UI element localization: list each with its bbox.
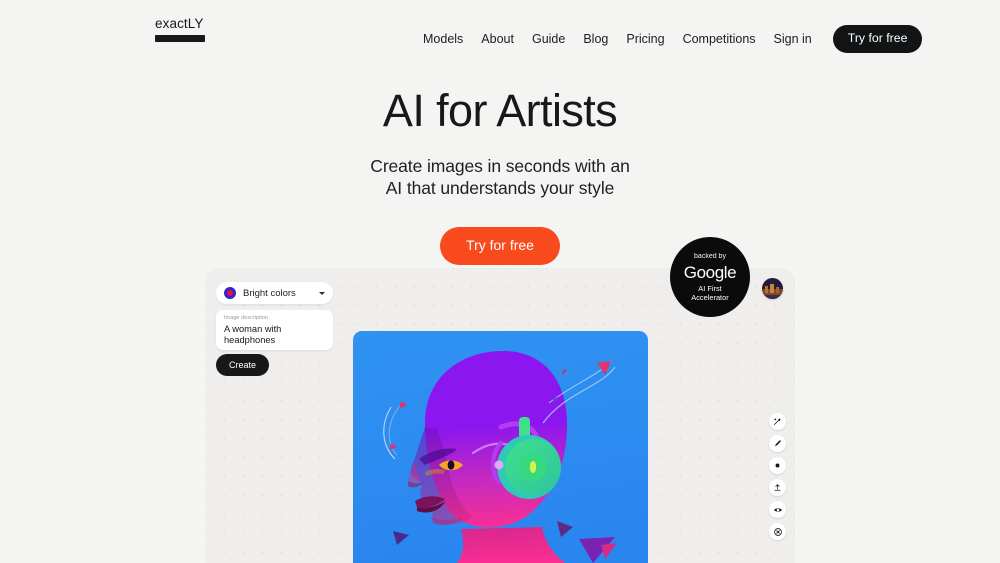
upload-icon[interactable] [769, 479, 786, 496]
hero-subtitle-line-1: Create images in seconds with an [370, 156, 630, 176]
brand-logo-bar [155, 35, 205, 42]
brand-logo[interactable]: exactLY [155, 17, 215, 42]
avatar-image [762, 278, 783, 299]
nav-item-sign-in[interactable]: Sign in [765, 31, 821, 47]
create-button[interactable]: Create [216, 354, 270, 376]
canvas-toolbar [769, 413, 786, 540]
nav-item-blog[interactable]: Blog [574, 31, 617, 47]
nav-links: Models About Guide Blog Pricing Competit… [423, 25, 923, 53]
hero-subtitle: Create images in seconds with an AI that… [0, 156, 1000, 199]
top-navigation: exactLY Models About Guide Blog Pricing … [0, 0, 1000, 66]
eye-icon[interactable] [769, 501, 786, 518]
nav-item-about[interactable]: About [472, 31, 523, 47]
image-description-value: A woman with headphones [224, 324, 282, 346]
image-description-field[interactable]: Image description A woman with headphone… [216, 310, 333, 350]
nav-try-for-free-button[interactable]: Try for free [832, 25, 923, 53]
hero-try-for-free-button[interactable]: Try for free [440, 227, 560, 265]
landing-page: exactLY Models About Guide Blog Pricing … [0, 0, 1000, 563]
dot-brush-icon[interactable] [769, 457, 786, 474]
hero-title: AI for Artists [382, 85, 618, 136]
badge-line-2: Accelerator [691, 293, 729, 302]
badge-google-text: Google [683, 262, 737, 282]
hero-section: AI for Artists Create images in seconds … [0, 84, 1000, 265]
style-selector-value: Bright colors [243, 287, 296, 299]
style-swatch-icon [224, 287, 236, 299]
hero-subtitle-line-2: AI that understands your style [385, 177, 615, 198]
brush-icon[interactable] [769, 435, 786, 452]
user-avatar[interactable] [762, 278, 783, 299]
artwork-illustration [353, 331, 648, 563]
brand-logo-text: exactLY [155, 16, 204, 31]
badge-top-text: backed by [694, 252, 726, 260]
nav-item-models[interactable]: Models [423, 31, 472, 47]
backed-by-google-badge[interactable]: backed by Google AI First Accelerator [670, 237, 750, 317]
generated-artwork[interactable] [353, 331, 648, 563]
badge-line-1: AI First [698, 283, 722, 293]
nav-item-guide[interactable]: Guide [523, 31, 574, 47]
close-circle-icon[interactable] [769, 523, 786, 540]
chevron-down-icon [319, 291, 325, 295]
nav-item-pricing[interactable]: Pricing [617, 31, 673, 47]
magic-wand-icon[interactable] [769, 413, 786, 430]
image-description-label: Image description [224, 315, 269, 321]
nav-item-competitions[interactable]: Competitions [674, 31, 765, 47]
style-selector[interactable]: Bright colors [216, 282, 333, 304]
